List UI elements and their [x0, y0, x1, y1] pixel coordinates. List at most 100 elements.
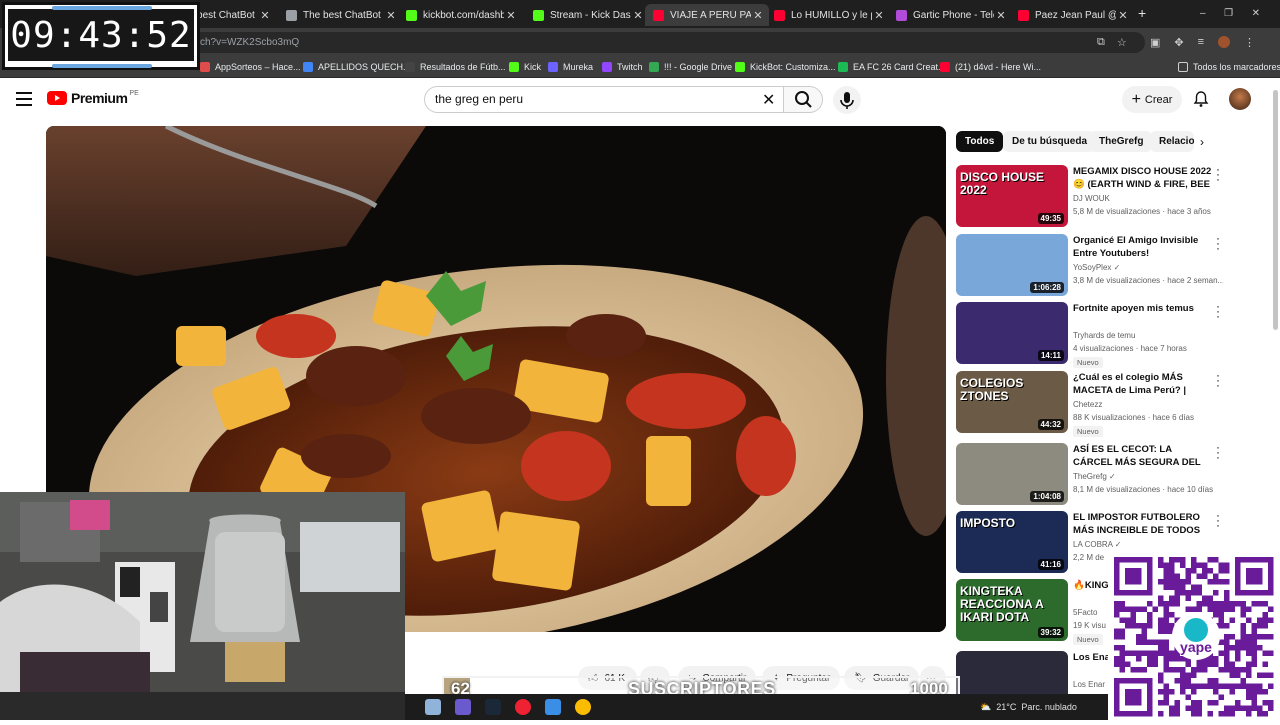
bookmark-item[interactable]: Kick: [509, 60, 541, 74]
bookmark-item[interactable]: Mureka: [548, 60, 593, 74]
recommendation-item[interactable]: 1:04:08 ASÍ ES EL CECOT: LA CÁRCEL MÁS SE…: [956, 441, 1231, 505]
browser-tab[interactable]: Stream - Kick Dashb✕: [525, 4, 649, 26]
channel-name[interactable]: LA COBRA ✓: [1073, 540, 1223, 549]
video-duration: 41:16: [1037, 559, 1064, 570]
bookmark-item[interactable]: Twitch: [602, 60, 643, 74]
video-thumbnail[interactable]: IMPOSTO 41:16: [956, 511, 1068, 573]
recommendation-item[interactable]: 14:11 Fortnite apoyen mis temus Tryhards d…: [956, 300, 1231, 368]
youtube-premium-logo[interactable]: Premium PE: [47, 90, 139, 106]
bookmark-label: Resultados de Fútb...: [420, 62, 506, 72]
media-icon[interactable]: ≡: [1198, 36, 1204, 49]
channel-name[interactable]: Chetezz: [1073, 400, 1223, 409]
video-title[interactable]: ¿Cuál es el colegio MÁS MACETA de Lima P…: [1073, 371, 1213, 397]
tab-close-icon[interactable]: ✕: [504, 9, 518, 22]
channel-name[interactable]: DJ WOUK: [1073, 194, 1223, 203]
bookmark-item[interactable]: APELLIDOS QUECH...: [303, 60, 411, 74]
search-input[interactable]: the greg en peru: [424, 86, 784, 113]
file-explorer-icon[interactable]: [425, 699, 441, 715]
browser-tab[interactable]: VIAJÉ A PERÚ PARA✕: [645, 4, 769, 26]
more-options-icon[interactable]: · · ·: [1216, 232, 1220, 254]
bookmark-item[interactable]: Resultados de Fútb...: [405, 60, 506, 74]
app-icon[interactable]: [545, 699, 561, 715]
video-thumbnail[interactable]: COLEGIOS ZTONES 44:32: [956, 371, 1068, 433]
bookmark-item[interactable]: AppSorteos – Hace...: [200, 60, 301, 74]
recommendation-item[interactable]: 1:06:28 Organicé El Amigo Invisible Entre…: [956, 232, 1231, 296]
filter-chip[interactable]: Relacio: [1150, 131, 1194, 152]
folder-icon: [1178, 62, 1188, 72]
profile-icon[interactable]: [1218, 36, 1231, 48]
bookmark-item[interactable]: KickBot: Customiza...: [735, 60, 836, 74]
video-duration: 39:32: [1037, 627, 1064, 638]
video-title[interactable]: MEGAMIX DISCO HOUSE 2022 😊 (EARTH WIND &…: [1073, 165, 1213, 191]
tab-close-icon[interactable]: ✕: [1116, 9, 1130, 22]
tab-title: Paez Jean Paul @ Mi: [1035, 9, 1116, 21]
filter-chip[interactable]: De tu búsqueda: [1003, 131, 1097, 152]
video-title[interactable]: EL IMPOSTOR FUTBOLERO MÁS INCREIBLE DE T…: [1073, 511, 1213, 537]
video-thumbnail[interactable]: KINGTEKA REACCIONA A IKARI DOTA 39:32: [956, 579, 1068, 641]
tab-close-icon[interactable]: ✕: [631, 9, 645, 22]
channel-name[interactable]: Tryhards de temu: [1073, 331, 1223, 340]
minimize-icon[interactable]: –: [1200, 8, 1206, 22]
hamburger-menu-icon[interactable]: [16, 92, 32, 106]
more-options-icon[interactable]: · · ·: [1216, 441, 1220, 463]
filter-chip[interactable]: Todos: [956, 131, 1004, 152]
bookmark-item[interactable]: !!! - Google Drive: [649, 60, 732, 74]
more-menu-icon[interactable]: ⋮: [1244, 36, 1255, 49]
obs-icon[interactable]: [515, 699, 531, 715]
steam-icon[interactable]: [485, 699, 501, 715]
restore-icon[interactable]: ❐: [1224, 8, 1233, 22]
bookmark-label: APELLIDOS QUECH...: [318, 62, 411, 72]
chrome-icon[interactable]: [575, 699, 591, 715]
install-icon[interactable]: ⧉: [1097, 36, 1105, 49]
tab-close-icon[interactable]: ✕: [994, 9, 1008, 22]
tab-close-icon[interactable]: ✕: [872, 9, 886, 22]
browser-tab[interactable]: The best ChatBot and✕: [278, 4, 402, 26]
video-thumbnail[interactable]: DISCO HOUSE 2022 49:35: [956, 165, 1068, 227]
tab-close-icon[interactable]: ✕: [751, 9, 765, 22]
browser-tab[interactable]: Paez Jean Paul @ Mi✕: [1010, 4, 1134, 26]
tab-favicon-icon: [1018, 9, 1029, 21]
create-button[interactable]: + Crear: [1122, 86, 1182, 113]
bookmark-favicon-icon: [940, 62, 950, 72]
page-scrollbar[interactable]: [1271, 80, 1280, 330]
more-options-icon[interactable]: · · ·: [1216, 163, 1220, 185]
bookmark-item[interactable]: EA FC 26 Card Creat...: [838, 60, 946, 74]
discord-icon[interactable]: [455, 699, 471, 715]
bookmark-item[interactable]: (21) d4vd - Here Wi...: [940, 60, 1041, 74]
channel-name[interactable]: TheGrefg ✓: [1073, 472, 1223, 481]
new-tab-button[interactable]: +: [1138, 5, 1146, 21]
video-thumbnail[interactable]: 14:11: [956, 302, 1068, 364]
more-options-icon[interactable]: · · ·: [1216, 300, 1220, 322]
browser-tab[interactable]: Lo HUMILLÓ y le pus✕: [766, 4, 890, 26]
scrollbar-thumb[interactable]: [1273, 90, 1278, 330]
recommendation-item[interactable]: COLEGIOS ZTONES 44:32 ¿Cuál es el colegio …: [956, 369, 1231, 437]
filter-chip[interactable]: TheGrefg: [1090, 131, 1153, 152]
account-avatar[interactable]: [1229, 88, 1251, 110]
address-bar[interactable]: ch?v=WZK2Scbo3mQ: [190, 32, 1145, 53]
puzzle-icon[interactable]: ✥: [1174, 36, 1183, 49]
extension-icon[interactable]: ▣: [1150, 36, 1160, 49]
video-thumbnail[interactable]: 1:06:28: [956, 234, 1068, 296]
video-title[interactable]: Organicé El Amigo Invisible Entre Youtub…: [1073, 234, 1213, 260]
close-window-icon[interactable]: ✕: [1252, 8, 1260, 22]
browser-tab[interactable]: Gartic Phone - Teléfo✕: [888, 4, 1012, 26]
notifications-bell-icon[interactable]: [1192, 90, 1210, 108]
video-thumbnail[interactable]: 1:04:08: [956, 443, 1068, 505]
browser-tab[interactable]: kickbot.com/dashbo ✕: [398, 4, 522, 26]
chevron-right-icon[interactable]: ›: [1200, 135, 1204, 149]
tab-close-icon[interactable]: ✕: [384, 9, 398, 22]
voice-search-button[interactable]: [833, 86, 861, 114]
clear-search-icon[interactable]: ✕: [762, 90, 775, 110]
video-title[interactable]: Fortnite apoyen mis temus: [1073, 302, 1213, 315]
all-bookmarks[interactable]: Todos los marcadores: [1178, 60, 1280, 74]
tab-close-icon[interactable]: ✕: [258, 9, 272, 22]
video-title[interactable]: ASÍ ES EL CECOT: LA CÁRCEL MÁS SEGURA DE…: [1073, 443, 1213, 469]
bookmark-star-icon[interactable]: ☆: [1117, 36, 1127, 49]
bookmark-label: Mureka: [563, 62, 594, 72]
recommendation-item[interactable]: DISCO HOUSE 2022 49:35 MEGAMIX DISCO HOUSE…: [956, 163, 1231, 227]
more-options-icon[interactable]: · · ·: [1216, 509, 1220, 531]
channel-name[interactable]: YoSoyPlex ✓: [1073, 263, 1223, 272]
search-button[interactable]: [783, 86, 823, 113]
weather-widget[interactable]: ⛅ 21°C Parc. nublado: [980, 694, 1110, 720]
more-options-icon[interactable]: · · ·: [1216, 369, 1220, 391]
